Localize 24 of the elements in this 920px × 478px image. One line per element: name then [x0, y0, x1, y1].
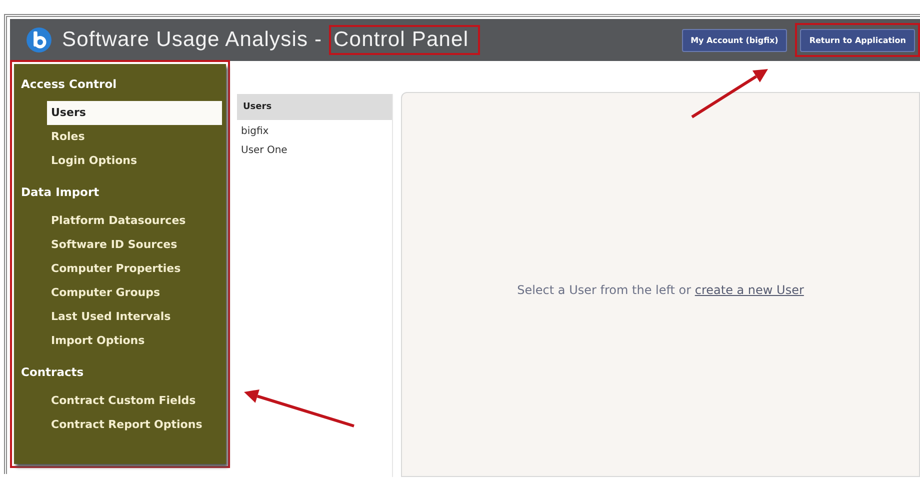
sidebar-item[interactable]: Users — [47, 101, 222, 125]
sidebar-item[interactable]: Software ID Sources — [14, 233, 222, 257]
create-user-link[interactable]: create a new User — [694, 282, 804, 296]
empty-message: Select a User from the left or create a new User — [517, 282, 804, 296]
sidebar-heading: Access Control — [20, 76, 118, 93]
header-button[interactable]: Return to Application — [800, 29, 915, 52]
sidebar-item[interactable]: Contract Custom Fields — [14, 389, 222, 413]
sidebar-item[interactable]: Computer Properties — [14, 257, 222, 281]
sidebar-item[interactable]: Platform Datasources — [14, 209, 222, 233]
sidebar-item[interactable]: Login Options — [14, 149, 222, 173]
window-title: Control Panel — [332, 27, 470, 53]
header-button[interactable]: My Account (bigfix) — [682, 29, 788, 52]
list-item[interactable]: User One — [237, 139, 392, 158]
sidebar-item[interactable]: Import Options — [14, 329, 222, 353]
window-title: Software Usage Analysis - — [62, 28, 324, 52]
sidebar-item[interactable]: Contract Report Options — [14, 413, 222, 437]
sidebar-item[interactable]: Last Used Intervals — [14, 305, 222, 329]
sidebar-heading: Data Import — [20, 184, 100, 201]
sidebar-item[interactable]: Computer Groups — [14, 281, 222, 305]
sidebar-item[interactable]: Roles — [14, 125, 222, 149]
list-header: Users — [237, 94, 392, 120]
sidebar-heading: Contracts — [20, 364, 85, 381]
list-item[interactable]: bigfix — [237, 120, 392, 139]
logo-icon — [26, 27, 52, 53]
